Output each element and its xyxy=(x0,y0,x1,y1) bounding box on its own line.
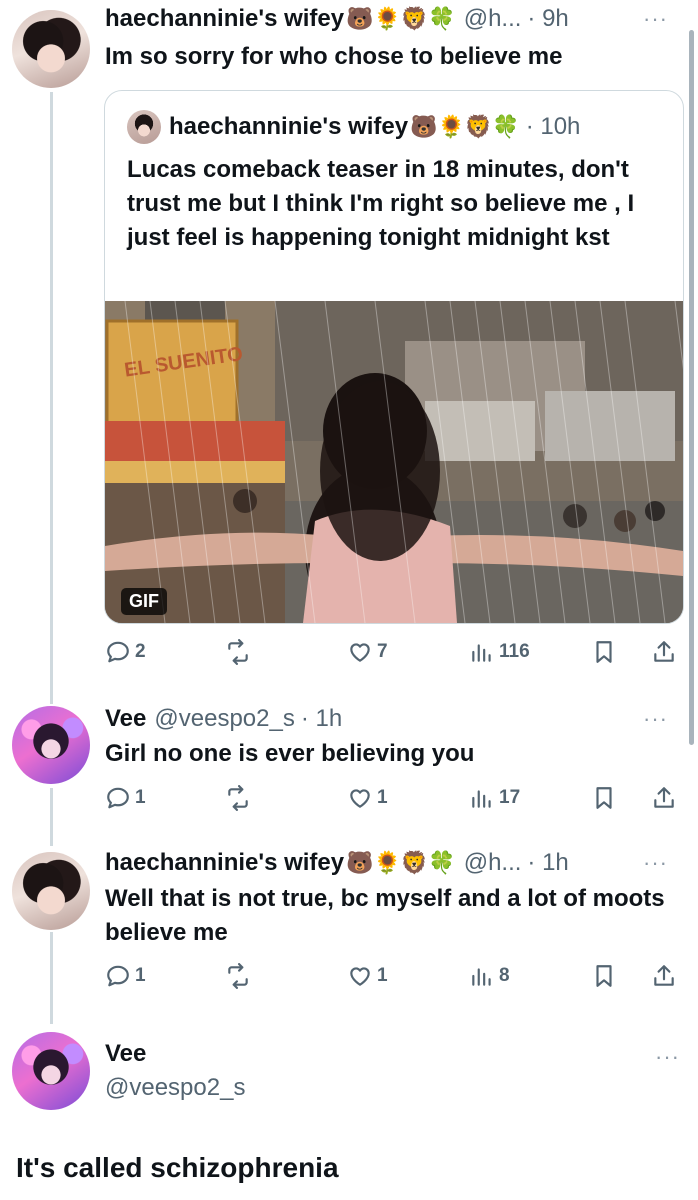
name-emojis: 🐻🌻🦁🍀 xyxy=(346,6,456,31)
display-name[interactable]: Vee xyxy=(105,1040,146,1068)
timestamp[interactable]: · 1h xyxy=(301,704,342,734)
retweet-icon xyxy=(228,639,248,665)
like-count: 1 xyxy=(377,787,388,808)
reply-count: 1 xyxy=(135,965,146,986)
tweet-text: Im so sorry for who chose to believe me xyxy=(105,43,563,70)
views-button[interactable]: 8 xyxy=(469,956,510,996)
heart-icon xyxy=(350,643,370,662)
bookmark-icon xyxy=(596,641,612,663)
retweet-button[interactable] xyxy=(225,778,255,818)
quote-display-name: haechanninie's wifey xyxy=(169,113,409,140)
tweet-actions: 2 7 116 xyxy=(105,632,683,672)
bookmark-icon xyxy=(596,965,612,987)
views-icon xyxy=(472,644,491,662)
thread-line xyxy=(50,92,53,704)
reply-icon xyxy=(107,787,129,809)
quote-avatar xyxy=(127,110,161,144)
tweet-text: It's called schizophrenia xyxy=(16,1152,339,1183)
tweet-actions: 1 1 8 xyxy=(105,956,683,996)
retweet-icon xyxy=(228,785,248,811)
like-count: 7 xyxy=(377,641,388,662)
views-button[interactable]: 116 xyxy=(469,632,530,672)
share-icon xyxy=(654,965,674,986)
gif-scene: EL SUENITO xyxy=(105,301,683,623)
like-button[interactable]: 1 xyxy=(347,956,388,996)
like-count: 1 xyxy=(377,965,388,986)
share-button[interactable] xyxy=(651,632,677,672)
gif-badge: GIF xyxy=(121,588,167,615)
name-emojis: 🐻🌻🦁🍀 xyxy=(346,850,456,875)
bookmark-button[interactable] xyxy=(591,632,617,672)
tweet-header: Vee @veespo2_s · 1h ··· xyxy=(105,704,686,734)
views-count: 17 xyxy=(499,787,521,808)
retweet-icon xyxy=(228,963,248,989)
views-icon xyxy=(472,968,491,986)
avatar[interactable] xyxy=(12,10,90,88)
quote-text: Lucas comeback teaser in 18 minutes, don… xyxy=(127,156,635,251)
reply-count: 2 xyxy=(135,641,146,662)
user-handle[interactable]: @h... xyxy=(464,4,522,34)
reply-button[interactable]: 1 xyxy=(105,778,146,818)
user-handle[interactable]: @veespo2_s xyxy=(154,704,294,734)
quote-tweet-card[interactable]: haechanninie's wifey 🐻🌻🦁🍀 · 10h Lucas co… xyxy=(104,90,684,624)
heart-icon xyxy=(350,789,370,808)
share-icon xyxy=(654,641,674,662)
retweet-button[interactable] xyxy=(225,956,255,996)
avatar[interactable] xyxy=(12,706,90,784)
quote-header: haechanninie's wifey 🐻🌻🦁🍀 · 10h xyxy=(127,110,581,144)
reply-icon xyxy=(107,965,129,987)
bookmark-icon xyxy=(596,787,612,809)
thread-line xyxy=(50,932,53,1024)
views-count: 116 xyxy=(499,641,530,662)
thread-line xyxy=(50,788,53,846)
display-name[interactable]: haechanninie's wifey xyxy=(105,848,344,878)
more-options-icon[interactable]: ··· xyxy=(643,4,668,34)
share-icon xyxy=(654,787,674,808)
share-button[interactable] xyxy=(651,956,677,996)
retweet-button[interactable] xyxy=(225,632,255,672)
share-button[interactable] xyxy=(651,778,677,818)
thread-view: haechanninie's wifey 🐻🌻🦁🍀 @h... · 9h ···… xyxy=(0,0,698,1200)
views-button[interactable]: 17 xyxy=(469,778,520,818)
reply-count: 1 xyxy=(135,787,146,808)
more-options-icon[interactable]: ··· xyxy=(655,1044,680,1070)
display-name[interactable]: Vee xyxy=(105,704,146,734)
reply-button[interactable]: 1 xyxy=(105,956,146,996)
tweet-text: Girl no one is ever believing you xyxy=(105,740,475,767)
avatar[interactable] xyxy=(12,852,90,930)
tweet-text: Well that is not true, bc myself and a l… xyxy=(105,885,665,946)
tweet-header: haechanninie's wifey 🐻🌻🦁🍀 @h... · 9h ··· xyxy=(105,4,686,34)
quote-gif-media[interactable]: EL SUENITO GIF xyxy=(105,301,683,623)
bookmark-button[interactable] xyxy=(591,778,617,818)
quote-name-emojis: 🐻🌻🦁🍀 xyxy=(410,114,520,139)
quote-timestamp: · 10h xyxy=(525,113,581,140)
views-icon xyxy=(472,790,491,808)
like-button[interactable]: 7 xyxy=(347,632,388,672)
more-options-icon[interactable]: ··· xyxy=(643,848,668,878)
user-handle[interactable]: @veespo2_s xyxy=(105,1074,245,1102)
timestamp[interactable]: · 1h xyxy=(527,848,568,878)
timestamp[interactable]: · 9h xyxy=(527,4,568,34)
more-options-icon[interactable]: ··· xyxy=(643,704,668,734)
reply-button[interactable]: 2 xyxy=(105,632,146,672)
tweet-actions: 1 1 17 xyxy=(105,778,683,818)
tweet-header: haechanninie's wifey 🐻🌻🦁🍀 @h... · 1h ··· xyxy=(105,848,686,878)
display-name[interactable]: haechanninie's wifey xyxy=(105,4,344,34)
bookmark-button[interactable] xyxy=(591,956,617,996)
like-button[interactable]: 1 xyxy=(347,778,388,818)
views-count: 8 xyxy=(499,965,510,986)
reply-icon xyxy=(107,641,129,663)
heart-icon xyxy=(350,967,370,986)
avatar[interactable] xyxy=(12,1032,90,1110)
user-handle[interactable]: @h... xyxy=(464,848,522,878)
scrollbar[interactable] xyxy=(689,30,694,745)
